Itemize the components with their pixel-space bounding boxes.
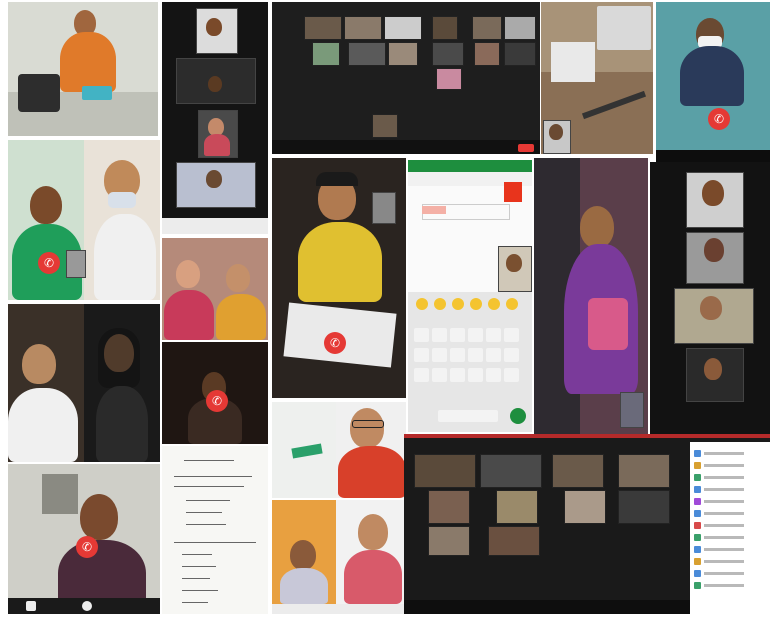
end-call-icon[interactable]: ✆ [324, 332, 346, 354]
two-person-call-1: ✆ [8, 140, 160, 300]
boy-studying-call: ✆ [272, 158, 406, 398]
camera-icon[interactable] [26, 601, 36, 611]
phone-call-grid-2 [650, 162, 770, 434]
end-call-icon[interactable]: ✆ [38, 252, 60, 274]
zoom-gallery-top [272, 2, 540, 154]
masked-man-call: ✆ [656, 2, 770, 162]
electronics-workbench-photo [541, 2, 653, 154]
two-person-call-3 [272, 500, 406, 614]
participants-panel[interactable] [690, 442, 770, 614]
two-person-call-2 [162, 238, 268, 340]
end-call-icon[interactable]: ✆ [708, 108, 730, 130]
woman-sewing-photo [8, 2, 158, 136]
power-supply-unit [597, 6, 651, 50]
end-call-icon[interactable]: ✆ [76, 536, 98, 558]
zoom-gallery-bottom [404, 434, 770, 614]
sewing-machine [18, 74, 60, 112]
child-call [8, 304, 160, 462]
device-box [551, 42, 595, 82]
spreadsheet-keyboard-app [408, 160, 532, 432]
girl-glasses-call [272, 402, 406, 498]
dim-room-call: ✆ [162, 342, 268, 444]
mic-icon[interactable] [82, 601, 92, 611]
handwritten-notes-document [162, 446, 268, 614]
end-call-icon[interactable]: ✆ [206, 390, 228, 412]
woman-call-bottom: ✆ [8, 464, 160, 614]
phone-call-grid-1 [162, 2, 268, 234]
girl-embroidery-call [534, 158, 648, 434]
